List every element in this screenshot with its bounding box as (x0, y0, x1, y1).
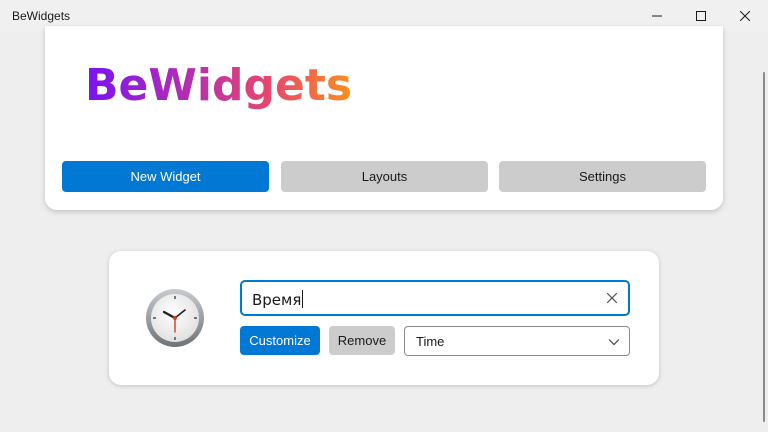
window-title: BeWidgets (12, 9, 71, 23)
widget-type-value: Time (416, 334, 445, 349)
widget-name-input[interactable]: Время (240, 280, 630, 316)
new-widget-button[interactable]: New Widget (62, 161, 269, 192)
widget-type-select[interactable]: Time (404, 326, 630, 356)
remove-button[interactable]: Remove (329, 326, 395, 355)
close-icon (740, 11, 750, 21)
layouts-button[interactable]: Layouts (281, 161, 488, 192)
customize-button[interactable]: Customize (240, 326, 320, 355)
vertical-scrollbar[interactable] (760, 32, 768, 432)
widget-name-value: Время (252, 290, 304, 309)
clear-icon (607, 293, 617, 303)
maximize-icon (696, 11, 706, 21)
chevron-down-icon (608, 339, 620, 346)
clear-button[interactable] (604, 290, 620, 306)
close-button[interactable] (722, 0, 768, 32)
app-logo: BeWidgets (85, 60, 353, 111)
header-card: BeWidgets New Widget Layouts Settings (45, 26, 723, 210)
scrollbar-thumb[interactable] (763, 72, 765, 422)
text-caret (302, 290, 304, 308)
settings-button[interactable]: Settings (499, 161, 706, 192)
clock-icon (146, 289, 204, 347)
minimize-icon (652, 15, 662, 17)
widget-card: Время Customize Remove Time (109, 251, 659, 385)
